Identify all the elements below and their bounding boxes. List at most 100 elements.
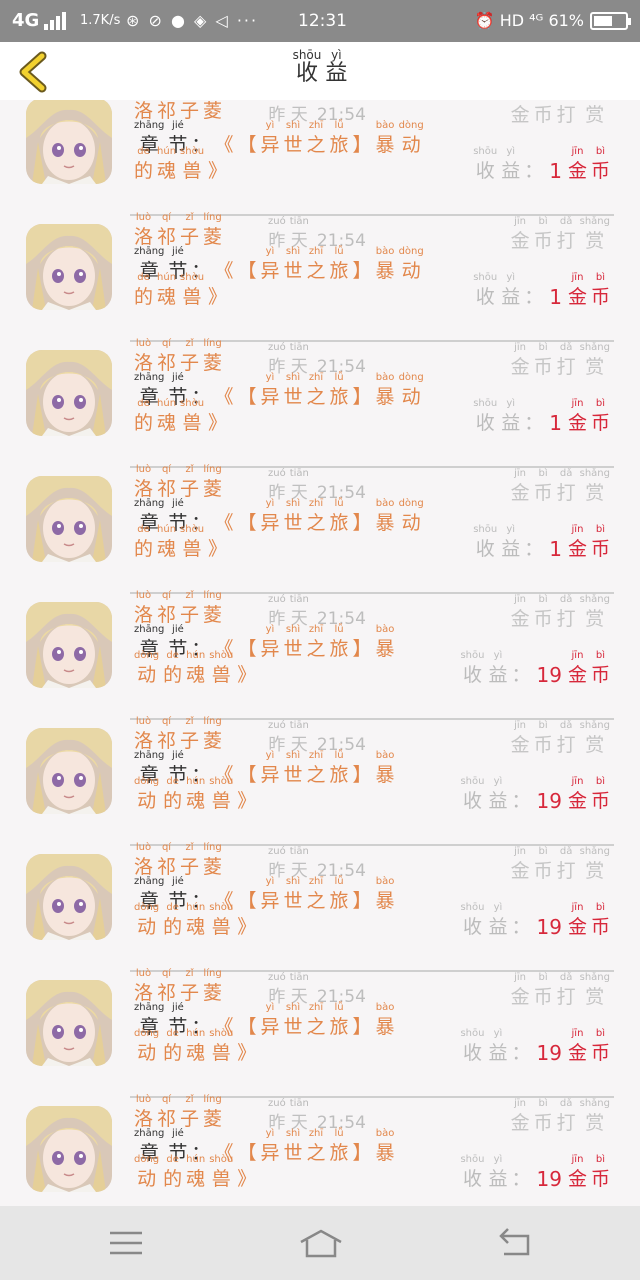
chapter-char-pinyin: hún bbox=[186, 650, 206, 661]
coin-unit-pinyin: jīn bbox=[571, 146, 584, 157]
chapter-char-char: 的 bbox=[163, 1042, 183, 1064]
return-icon[interactable] bbox=[496, 1226, 536, 1260]
avatar bbox=[26, 602, 112, 688]
chapter-char-pinyin: yì bbox=[265, 372, 275, 383]
chapter-char: de 的 bbox=[163, 776, 182, 814]
avatar bbox=[26, 728, 112, 814]
time-word-pinyin: tiān bbox=[289, 720, 309, 731]
time-word-pinyin: tiān bbox=[289, 342, 309, 353]
reward-char-pinyin: bì bbox=[538, 594, 548, 605]
list-item[interactable]: luò洛qí祁zǐ子líng菱zuó昨tiān天21:54jīn金bì币dǎ打s… bbox=[0, 716, 640, 846]
coin-unit: jīn 金 bbox=[568, 776, 587, 814]
chapter-char: dòng 动 bbox=[134, 650, 159, 688]
chapter-char-char: 之 bbox=[306, 260, 326, 282]
coin-unit-char: 币 bbox=[590, 160, 610, 182]
menu-icon[interactable] bbox=[106, 1226, 146, 1260]
reward-char: dǎ打 bbox=[557, 342, 576, 380]
bottom-navigation bbox=[0, 1206, 640, 1280]
chapter-char-char: 异 bbox=[260, 1016, 280, 1038]
status-right: ⏰ HD ⁴ᴳ 61% bbox=[475, 10, 631, 32]
reward-char-char: 金 bbox=[510, 1112, 530, 1134]
coin-unit-char: 金 bbox=[567, 916, 587, 938]
avatar bbox=[26, 224, 112, 310]
battery-icon bbox=[590, 12, 631, 30]
income-label: yì 益 bbox=[501, 146, 520, 184]
chapter-char-char: 异 bbox=[260, 890, 280, 912]
reward-char-char: 币 bbox=[533, 1112, 553, 1134]
list-item[interactable]: luò洛qí祁zǐ子líng菱zuó昨tiān天21:54jīn金bì币dǎ打s… bbox=[0, 464, 640, 594]
income-label: shōu 收 bbox=[460, 1154, 484, 1192]
chapter-char-pinyin: de bbox=[166, 776, 179, 787]
chapter-char-char: 之 bbox=[306, 1142, 326, 1164]
chapter-punct: 》 bbox=[237, 1042, 257, 1064]
chapter-char-pinyin: shì bbox=[285, 750, 301, 761]
coin-unit-char: 金 bbox=[567, 664, 587, 686]
title-char-pinyin: shōu bbox=[292, 48, 322, 62]
chapter-char: lǚ 旅 bbox=[330, 624, 349, 662]
chapter-char-char: 之 bbox=[306, 386, 326, 408]
reward-char-pinyin: dǎ bbox=[559, 468, 573, 479]
income-label-char: 益 bbox=[501, 160, 521, 182]
page-title: shōu 收 yì 益 bbox=[0, 44, 640, 87]
chapter-char: yì 异 bbox=[260, 1002, 279, 1040]
avatar bbox=[26, 476, 112, 562]
chapter-char-char: 魂 bbox=[157, 286, 177, 308]
income-label: shōu 收 bbox=[460, 650, 484, 688]
chapter-char-pinyin: shì bbox=[285, 120, 301, 131]
chapter-char: hún 魂 bbox=[157, 524, 176, 562]
chapter-char-pinyin: zhī bbox=[308, 624, 324, 635]
chapter-char: yì 异 bbox=[260, 120, 279, 158]
list-item[interactable]: luò洛qí祁zǐ子líng菱zuó昨tiān天21:54jīn金bì币dǎ打s… bbox=[0, 590, 640, 720]
list-item[interactable]: luò洛qí祁zǐ子líng菱zuó昨tiān天21:54jīn金bì币dǎ打s… bbox=[0, 338, 640, 468]
list-item[interactable]: luò洛qí祁zǐ子líng菱zuó昨tiān天21:54jīn金bì币dǎ打s… bbox=[0, 968, 640, 1098]
chapter-char: bào 暴 bbox=[376, 876, 395, 914]
user-name-pinyin: zǐ bbox=[185, 212, 194, 223]
chapter-punct: 》 bbox=[208, 286, 228, 308]
coin-unit-char: 金 bbox=[567, 790, 587, 812]
user-name: líng菱 bbox=[203, 590, 222, 628]
chapter-char: hún 魂 bbox=[186, 776, 205, 814]
coin-unit: bì 币 bbox=[591, 1154, 610, 1192]
chapter-char-pinyin: de bbox=[137, 524, 150, 535]
status-bar: 4G 1.7K/s ⊛ ⊘ ● ◈ ◁ ··· 12:31 ⏰ HD ⁴ᴳ 61… bbox=[0, 0, 640, 42]
chapter-char-char: 暴 bbox=[375, 134, 395, 156]
chapter-char-char: 兽 bbox=[182, 286, 202, 308]
list-item[interactable]: luò洛qí祁zǐ子líng菱zuó昨tiān天21:54jīn金bì币dǎ打s… bbox=[0, 1094, 640, 1206]
reward-char: jīn 金 bbox=[511, 1098, 530, 1136]
reward-char: shǎng 赏 bbox=[580, 216, 610, 254]
chapter-char-char: 动 bbox=[401, 512, 421, 534]
chapter-punct: 】 bbox=[352, 260, 372, 282]
coin-unit: bì 币 bbox=[591, 902, 610, 940]
chapter-label-pinyin: jié bbox=[172, 1002, 184, 1013]
chapter-char: lǚ 旅 bbox=[330, 1128, 349, 1166]
user-name: zǐ子 bbox=[180, 590, 199, 628]
chapter-char-pinyin: yì bbox=[265, 1128, 275, 1139]
list-item[interactable]: luò洛qí祁zǐ子líng菱zuó昨tiān天21:54jīn金bì币dǎ打s… bbox=[0, 842, 640, 972]
chapter-title-cont: de 的 hún 魂 shòu 兽》 bbox=[134, 524, 227, 562]
chapter-punct: 》 bbox=[208, 538, 228, 560]
reward-char-char: 金 bbox=[510, 230, 530, 252]
time-word-pinyin: tiān bbox=[289, 594, 309, 605]
coin-unit: bì 币 bbox=[591, 524, 610, 562]
income-colon: ： bbox=[511, 1042, 531, 1064]
user-name: qí祁 bbox=[157, 590, 176, 628]
chapter-char: zhī 之 bbox=[307, 120, 326, 158]
chapter-punct: 【 bbox=[237, 134, 257, 156]
list-item[interactable]: luò洛qí祁zǐ子líng菱zuó昨tiān天21:54jīn金bì币dǎ打s… bbox=[0, 212, 640, 342]
coin-unit-char: 币 bbox=[590, 286, 610, 308]
user-name-pinyin: qí bbox=[161, 464, 172, 475]
user-name-pinyin: zǐ bbox=[185, 1094, 194, 1105]
list-item[interactable]: luò洛qí祁zǐ子líng菱zuó昨tiān天21:54jīn金bì币dǎ打s… bbox=[0, 100, 640, 216]
user-name: zǐ子 bbox=[180, 338, 199, 376]
reward-char-pinyin: bì bbox=[538, 468, 548, 479]
reward-char: shǎng 赏 bbox=[580, 594, 610, 632]
chapter-char-pinyin: dòng bbox=[398, 246, 424, 257]
avatar bbox=[26, 980, 112, 1066]
income-amount: 1 bbox=[549, 537, 562, 561]
reward-char: dǎ打 bbox=[557, 100, 576, 128]
user-name-pinyin: luò bbox=[135, 842, 152, 853]
chapter-char-char: 兽 bbox=[211, 916, 231, 938]
home-icon[interactable] bbox=[298, 1226, 344, 1260]
chapter-char-char: 旅 bbox=[329, 1142, 349, 1164]
chapter-char: zhī 之 bbox=[307, 372, 326, 410]
